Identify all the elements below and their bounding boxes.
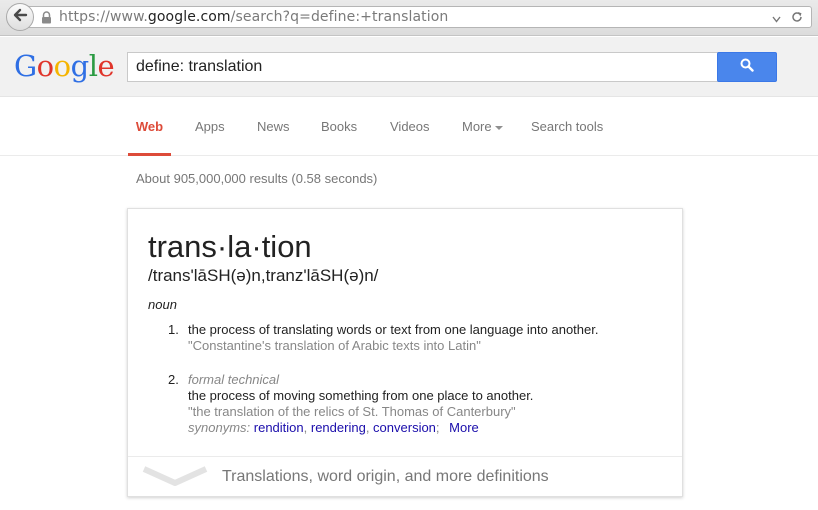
- tab-videos[interactable]: Videos: [390, 98, 430, 156]
- search-icon: [740, 58, 754, 77]
- tab-books[interactable]: Books: [321, 98, 357, 156]
- definition-text: the process of translating words or text…: [188, 322, 599, 337]
- reload-icon[interactable]: [791, 10, 803, 28]
- more-synonyms-link[interactable]: More: [449, 420, 479, 435]
- synonym-link[interactable]: rendering: [311, 420, 366, 435]
- synonyms-row: synonyms: rendition, rendering, conversi…: [188, 420, 479, 435]
- browser-toolbar: https://www.google.com/search?q=define:+…: [0, 0, 818, 36]
- url-text: https://www.google.com/search?q=define:+…: [59, 9, 449, 25]
- definition-example: "Constantine's translation of Arabic tex…: [188, 338, 481, 353]
- tab-more[interactable]: More: [462, 98, 503, 156]
- address-bar[interactable]: https://www.google.com/search?q=define:+…: [26, 6, 812, 28]
- definition-list: 1. the process of translating words or t…: [168, 322, 668, 436]
- definition-card: trans·la·tion /trans'lāSH(ə)n,tranz'lāSH…: [127, 208, 683, 497]
- definition-item: 2. formal technical the process of movin…: [168, 372, 668, 436]
- headword: trans·la·tion: [148, 229, 312, 264]
- expand-definitions-bar[interactable]: Translations, word origin, and more defi…: [128, 456, 682, 496]
- tab-apps[interactable]: Apps: [195, 98, 225, 156]
- result-stats: About 905,000,000 results (0.58 seconds): [136, 171, 378, 186]
- usage-labels: formal technical: [188, 372, 280, 387]
- chevron-down-icon: [142, 466, 208, 493]
- dropdown-icon[interactable]: [772, 10, 781, 28]
- back-arrow-icon: [12, 8, 28, 27]
- definition-number: 1.: [168, 322, 179, 337]
- synonym-link[interactable]: conversion: [373, 420, 436, 435]
- synonyms-label: synonyms:: [188, 420, 251, 435]
- tab-more-label: More: [462, 119, 492, 134]
- lock-icon: [41, 10, 53, 24]
- google-header: Google define: translation: [0, 37, 818, 97]
- tab-news[interactable]: News: [257, 98, 290, 156]
- definition-number: 2.: [168, 372, 179, 387]
- expand-definitions-label: Translations, word origin, and more defi…: [222, 468, 549, 485]
- definition-text: the process of moving something from one…: [188, 388, 534, 403]
- search-input[interactable]: define: translation: [127, 52, 719, 82]
- definition-example: "the translation of the relics of St. Th…: [188, 404, 516, 419]
- search-tools-button[interactable]: Search tools: [531, 98, 603, 156]
- back-button[interactable]: [6, 3, 34, 31]
- search-button[interactable]: [717, 52, 777, 82]
- part-of-speech: noun: [148, 297, 177, 312]
- pronunciation: /trans'lāSH(ə)n,tranz'lāSH(ə)n/: [148, 266, 379, 285]
- definition-item: 1. the process of translating words or t…: [168, 322, 668, 354]
- google-logo[interactable]: Google: [14, 49, 115, 83]
- caret-down-icon: [494, 125, 503, 130]
- search-nav: Web Apps News Books Videos More Search t…: [0, 98, 818, 156]
- tab-web[interactable]: Web: [128, 98, 171, 156]
- synonym-link[interactable]: rendition: [254, 420, 304, 435]
